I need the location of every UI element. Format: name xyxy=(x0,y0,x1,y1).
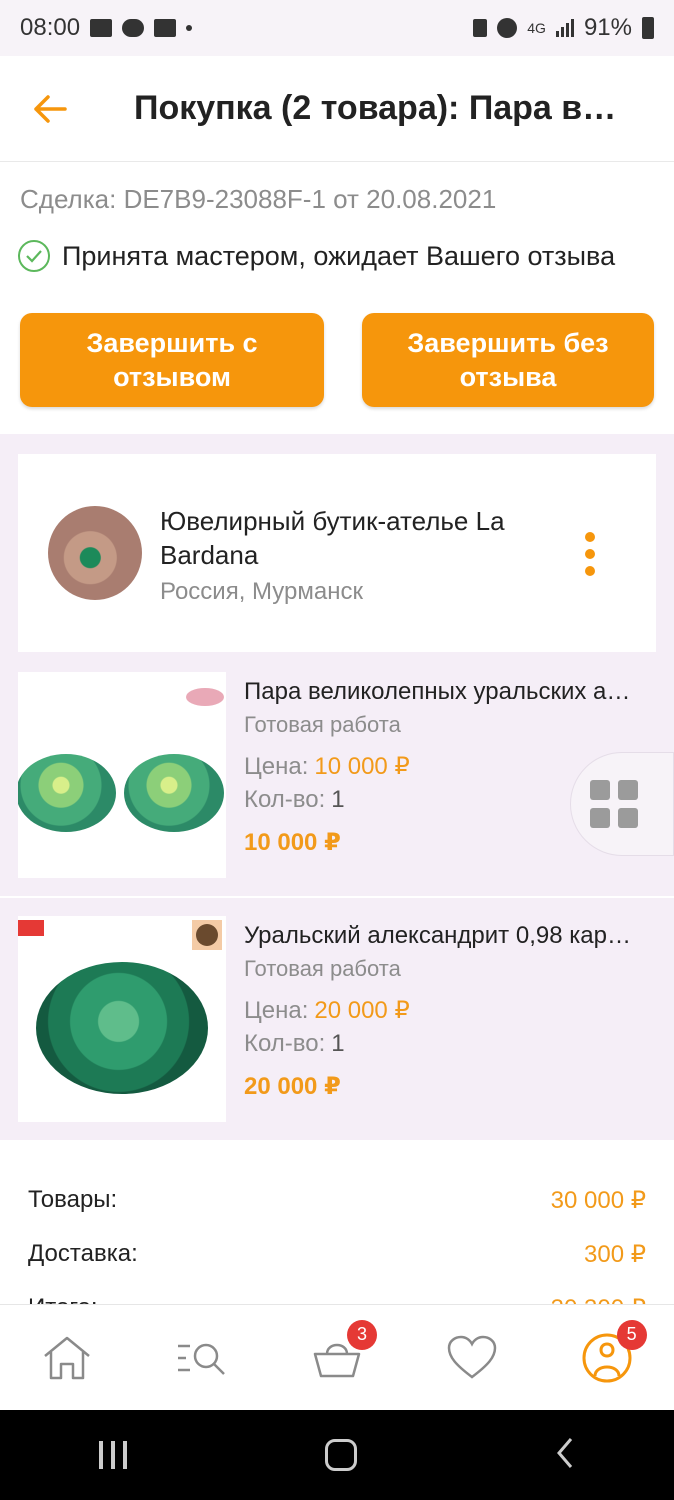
deal-number: Сделка: DE7B9-23088F-1 от 20.08.2021 xyxy=(20,184,497,214)
alarm-icon xyxy=(497,18,518,38)
page-title: Покупка (2 товара): Пара в… xyxy=(134,89,617,127)
summary-goods-value: 30 000 ₽ xyxy=(550,1187,646,1214)
home-button[interactable] xyxy=(325,1439,357,1471)
recent-apps-icon xyxy=(99,1441,127,1469)
home-icon xyxy=(44,1336,91,1379)
lock-icon xyxy=(473,19,488,37)
check-circle-icon xyxy=(18,240,50,272)
gem-image xyxy=(18,754,116,832)
image-icon xyxy=(154,19,177,37)
nav-profile[interactable]: 5 xyxy=(577,1319,647,1388)
summary-delivery: Доставка: 300 ₽ xyxy=(28,1240,646,1269)
summary-delivery-label: Доставка: xyxy=(28,1240,138,1267)
nav-favorites[interactable] xyxy=(442,1328,502,1388)
chevron-left-icon xyxy=(557,1437,573,1468)
summary-goods: Товары: 30 000 ₽ xyxy=(28,1186,646,1215)
item-kind: Готовая работа xyxy=(244,712,401,737)
summary-goods-label: Товары: xyxy=(28,1186,118,1213)
flag-icon xyxy=(18,920,44,936)
gem-image xyxy=(124,754,224,832)
summary-delivery-value: 300 ₽ xyxy=(584,1241,646,1268)
deal-status: Принята мастером, ожидает Вашего отзыва xyxy=(18,240,615,272)
divider xyxy=(0,896,674,898)
item-quantity: Кол-во: 1 xyxy=(244,1030,345,1057)
nav-search[interactable] xyxy=(172,1328,232,1388)
item-total: 10 000 ₽ xyxy=(244,829,341,856)
item-kind: Готовая работа xyxy=(244,956,401,981)
battery-icon xyxy=(642,17,654,39)
seller-avatar[interactable] xyxy=(48,506,142,600)
arrow-left-icon xyxy=(34,94,67,123)
grid-icon xyxy=(590,780,638,828)
cloud-icon xyxy=(122,19,145,37)
status-time: 08:00 xyxy=(20,14,81,41)
item-price: Цена: 10 000 ₽ xyxy=(244,753,410,780)
order-item[interactable]: Пара великолепных уральских а… Готовая р… xyxy=(0,670,674,890)
seller-location: Россия, Мурманск xyxy=(160,578,363,605)
notification-dot-icon xyxy=(186,25,193,31)
gem-image xyxy=(36,962,208,1094)
heart-icon xyxy=(447,1335,497,1379)
more-options-icon[interactable] xyxy=(582,532,598,576)
status-bar: 08:00 4G 91% xyxy=(0,0,674,56)
signal-icon xyxy=(555,19,574,37)
order-item[interactable]: Уральский александрит 0,98 кар… Готовая … xyxy=(0,914,674,1134)
back-button[interactable] xyxy=(0,56,100,162)
gem-thumbnail xyxy=(192,920,222,950)
cart-badge: 3 xyxy=(346,1319,377,1350)
seller-name[interactable]: Ювелирный бутик-ателье La Bardana xyxy=(160,504,560,572)
gem-thumbnail xyxy=(186,688,224,706)
nav-cart[interactable]: 3 xyxy=(307,1319,377,1388)
item-image[interactable] xyxy=(18,916,226,1122)
item-title[interactable]: Уральский александрит 0,98 кар… xyxy=(244,922,642,950)
mail-icon xyxy=(90,19,113,37)
recent-apps-button[interactable] xyxy=(99,1441,127,1469)
app-bar: Покупка (2 товара): Пара в… xyxy=(0,56,674,162)
system-nav-bar xyxy=(0,1410,674,1500)
item-title[interactable]: Пара великолепных уральских а… xyxy=(244,678,642,706)
deal-status-text: Принята мастером, ожидает Вашего отзыва xyxy=(62,240,616,271)
item-image[interactable] xyxy=(18,672,226,878)
finish-with-review-button[interactable]: Завершить с отзывом xyxy=(20,313,324,407)
bottom-nav: 3 5 xyxy=(0,1304,674,1410)
seller-card[interactable]: Ювелирный бутик-ателье La Bardana Россия… xyxy=(18,454,656,652)
search-icon xyxy=(178,1343,226,1375)
back-nav-button[interactable] xyxy=(555,1437,575,1474)
finish-without-review-button[interactable]: Завершить без отзыва xyxy=(362,313,654,407)
network-type: 4G xyxy=(527,20,546,36)
item-price: Цена: 20 000 ₽ xyxy=(244,997,410,1024)
battery-level: 91% xyxy=(583,14,632,41)
item-quantity: Кол-во: 1 xyxy=(244,786,345,813)
profile-badge: 5 xyxy=(616,1319,647,1350)
nav-home[interactable] xyxy=(37,1328,97,1388)
item-total: 20 000 ₽ xyxy=(244,1073,341,1100)
grid-menu-button[interactable] xyxy=(570,752,674,856)
